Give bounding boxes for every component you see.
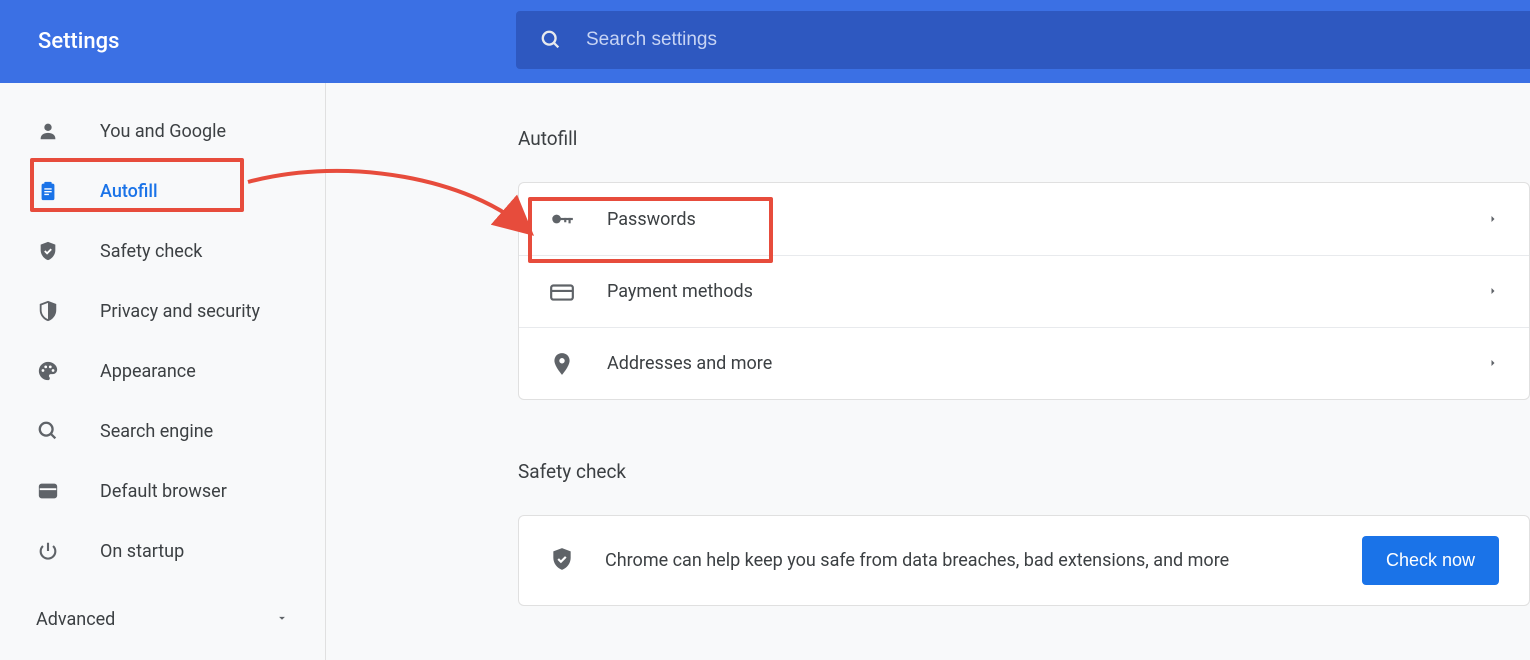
main-content: Autofill Passwords Paymen <box>326 83 1530 660</box>
sidebar-item-label: Privacy and security <box>100 301 260 322</box>
sidebar-item-label: On startup <box>100 541 184 562</box>
search-bar[interactable] <box>516 11 1530 69</box>
settings-sidebar: You and Google Autofill Safety check Pri… <box>0 83 326 660</box>
autofill-section-title: Autofill <box>518 127 1530 150</box>
search-icon <box>36 419 60 443</box>
advanced-label: Advanced <box>36 609 115 630</box>
search-icon <box>540 29 562 51</box>
autofill-row-payment-methods[interactable]: Payment methods <box>519 255 1529 327</box>
safety-section-title: Safety check <box>518 460 1530 483</box>
row-label: Addresses and more <box>607 353 772 374</box>
check-now-button[interactable]: Check now <box>1362 536 1499 585</box>
sidebar-item-privacy-security[interactable]: Privacy and security <box>0 281 325 341</box>
sidebar-item-label: Appearance <box>100 361 196 382</box>
shield-check-icon <box>36 239 60 263</box>
page-title: Settings <box>38 29 119 54</box>
safety-check-card: Chrome can help keep you safe from data … <box>518 515 1530 606</box>
row-label: Payment methods <box>607 281 753 302</box>
palette-icon <box>36 359 60 383</box>
clipboard-icon <box>36 179 60 203</box>
sidebar-item-safety-check[interactable]: Safety check <box>0 221 325 281</box>
sidebar-item-label: You and Google <box>100 121 226 142</box>
location-icon <box>549 351 577 377</box>
row-label: Passwords <box>607 209 696 230</box>
sidebar-item-autofill[interactable]: Autofill <box>0 161 325 221</box>
chevron-right-icon <box>1487 354 1499 373</box>
browser-icon <box>36 479 60 503</box>
safety-check-text: Chrome can help keep you safe from data … <box>605 550 1229 571</box>
sidebar-item-appearance[interactable]: Appearance <box>0 341 325 401</box>
sidebar-item-label: Safety check <box>100 241 202 262</box>
chevron-right-icon <box>1487 210 1499 229</box>
credit-card-icon <box>549 279 577 305</box>
app-header: Settings <box>0 0 1530 83</box>
power-icon <box>36 539 60 563</box>
shield-icon <box>36 299 60 323</box>
sidebar-item-you-and-google[interactable]: You and Google <box>0 101 325 161</box>
autofill-card: Passwords Payment methods <box>518 182 1530 400</box>
chevron-down-icon <box>275 610 289 629</box>
sidebar-item-label: Search engine <box>100 421 213 442</box>
key-icon <box>549 206 577 232</box>
sidebar-item-label: Default browser <box>100 481 227 502</box>
sidebar-item-default-browser[interactable]: Default browser <box>0 461 325 521</box>
sidebar-advanced-toggle[interactable]: Advanced <box>0 593 325 645</box>
autofill-row-passwords[interactable]: Passwords <box>519 183 1529 255</box>
person-icon <box>36 119 60 143</box>
sidebar-item-label: Autofill <box>100 181 158 202</box>
autofill-row-addresses[interactable]: Addresses and more <box>519 327 1529 399</box>
sidebar-item-on-startup[interactable]: On startup <box>0 521 325 581</box>
sidebar-item-search-engine[interactable]: Search engine <box>0 401 325 461</box>
shield-check-icon <box>549 546 575 576</box>
chevron-right-icon <box>1487 282 1499 301</box>
search-input[interactable] <box>586 29 1086 51</box>
